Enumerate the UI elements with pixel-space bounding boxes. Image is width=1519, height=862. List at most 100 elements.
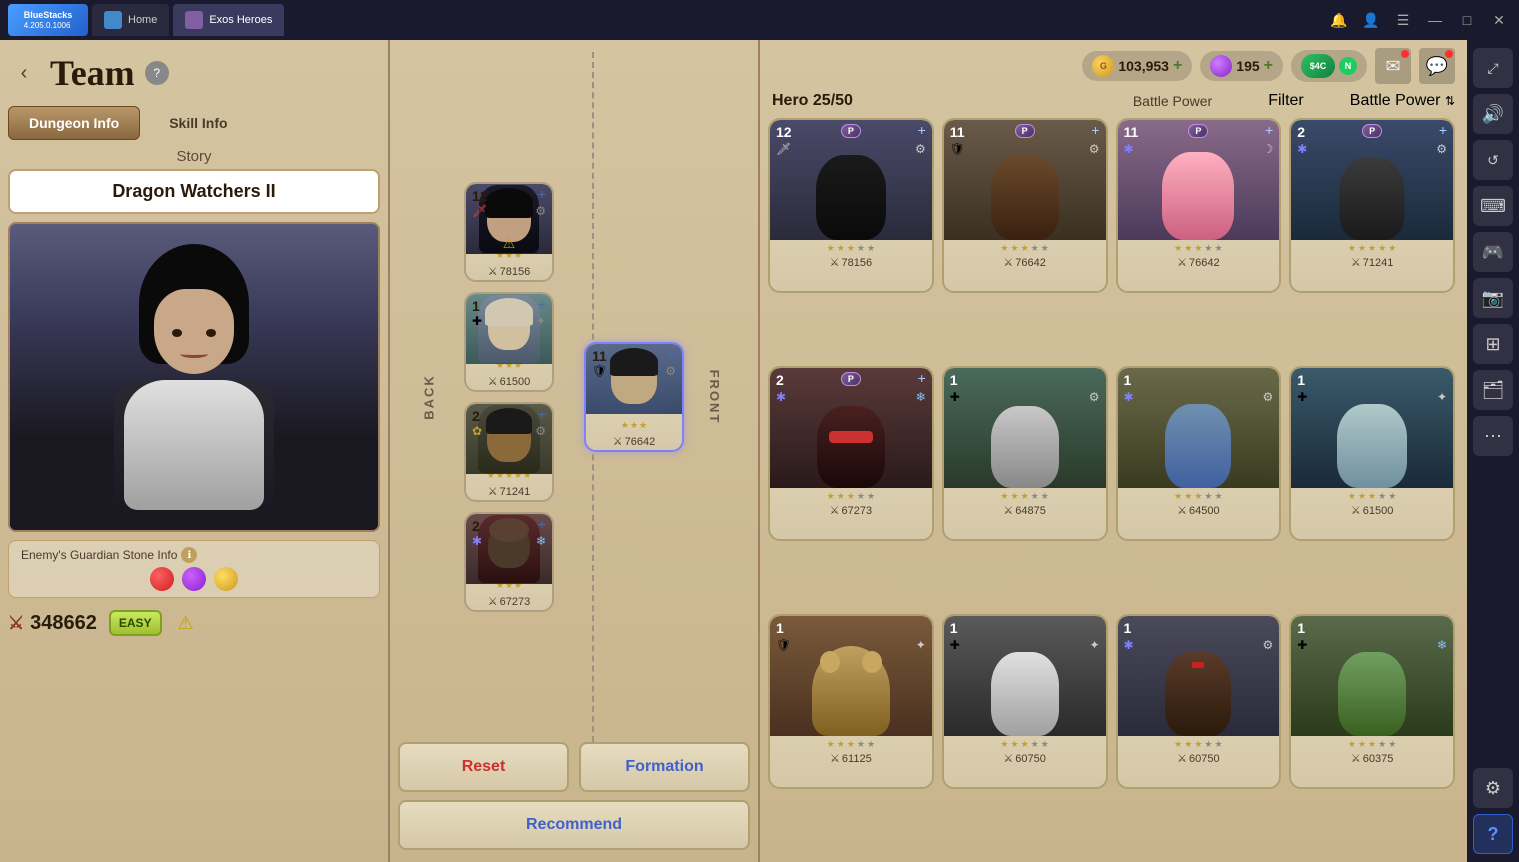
dungeon-info-tab[interactable]: Dungeon Info — [8, 106, 140, 140]
hero-card-4[interactable]: P 2 + ✱ ⚙ ★★★★★ ⚔71241 — [1289, 118, 1455, 293]
hero-card-3[interactable]: P 11 + ✱ ☽ ★★★★★ ⚔76642 — [1116, 118, 1282, 293]
middle-panel: BACK FRONT 12 + 🗡 ⚙ ⚠ — [390, 40, 760, 862]
slot-plus-4: + — [538, 516, 546, 532]
menu-icon[interactable]: ☰ — [1391, 8, 1415, 32]
hero-element-3: ✱ — [1124, 142, 1134, 156]
formation-slot-2[interactable]: 1 + ✚ ✦ ★★★ ⚔61500 — [464, 292, 554, 392]
formation-slot-4[interactable]: 2 + ✱ ❄ ★★★ ⚔67273 — [464, 512, 554, 612]
slot-stars-front: ★★★ — [621, 420, 647, 431]
rotate-icon[interactable]: ↺ — [1473, 140, 1513, 180]
gem-icon — [1210, 55, 1232, 77]
hero-power-6: ⚔64875 — [1003, 504, 1045, 517]
gamepad-icon[interactable]: 🎮 — [1473, 232, 1513, 272]
volume-icon[interactable]: 🔊 — [1473, 94, 1513, 134]
hero-plus-1: + — [918, 122, 926, 138]
hero-card-1[interactable]: P 12 + 🗡 ⚙ ★★★★★ ⚔78156 — [768, 118, 934, 293]
battle-power-col2-label: Battle Power ⇅ — [1350, 92, 1455, 110]
slot-power-2: ⚔61500 — [488, 373, 530, 390]
slot-plus-1: + — [538, 186, 546, 202]
slot-warning-1: ⚠ — [503, 235, 516, 252]
guardian-title: Enemy's Guardian Stone Info ℹ — [21, 547, 367, 563]
back-button[interactable]: ‹ — [8, 57, 40, 89]
battle-power-display: ⚔ 348662 — [8, 612, 97, 635]
stone-red — [150, 567, 174, 591]
hero-card-11[interactable]: 1 ✱ ⚙ ★★★★★ ⚔60750 — [1116, 614, 1282, 789]
chat-notification — [1445, 50, 1453, 58]
slot-level-4: 2 — [472, 518, 480, 534]
slot-plus-3: + — [538, 406, 546, 422]
hero-face-5 — [817, 406, 885, 488]
hero-level-7: 1 — [1124, 372, 1132, 388]
hero-gear-2: ⚙ — [1089, 142, 1100, 156]
hero-card-2[interactable]: P 11 + 🛡 ⚙ ★★★★★ ⚔76642 — [942, 118, 1108, 293]
hero-level-4: 2 — [1297, 124, 1305, 140]
hero-element-6: ✚ — [950, 390, 960, 404]
stone-purple — [182, 567, 206, 591]
grid-icon[interactable]: ⊞ — [1473, 324, 1513, 364]
gold-coin-icon: G — [1092, 55, 1114, 77]
tab-exos[interactable]: Exos Heroes — [173, 4, 284, 36]
hero-card-10[interactable]: 1 ✚ ✦ ★★★★★ ⚔60750 — [942, 614, 1108, 789]
close-btn[interactable]: ✕ — [1487, 8, 1511, 32]
bottom-stats: ⚔ 348662 EASY ⚠ — [8, 610, 380, 636]
guardian-stones — [21, 567, 367, 591]
hero-card-8[interactable]: 1 ✚ ✦ ★★★★★ ⚔61500 — [1289, 366, 1455, 541]
hero-card-12[interactable]: 1 ✚ ❄ ★★★★★ ⚔60375 — [1289, 614, 1455, 789]
skill-info-tab[interactable]: Skill Info — [148, 106, 248, 140]
user-icon[interactable]: 👤 — [1359, 8, 1383, 32]
gold-plus-btn[interactable]: + — [1173, 57, 1182, 75]
hero-gear-6: ⚙ — [1089, 390, 1100, 404]
sword-icon: ⚔ — [8, 613, 24, 634]
reset-button[interactable]: Reset — [398, 742, 569, 792]
hero-card-6[interactable]: 1 ✚ ⚙ ★★★★★ ⚔64875 — [942, 366, 1108, 541]
hero-level-5: 2 — [776, 372, 784, 388]
hero-card-7[interactable]: 1 ✱ ⚙ ★★★★★ ⚔64500 — [1116, 366, 1282, 541]
back-column: 12 + 🗡 ⚙ ⚠ ★★★ ⚔78156 — [464, 182, 554, 612]
formation-slot-front[interactable]: 11 + 🛡 ⚙ ★★★ ⚔76642 — [584, 342, 684, 452]
hero-gear-12: ❄ — [1437, 638, 1447, 652]
storage-icon[interactable]: 🗂 — [1473, 370, 1513, 410]
formation-button[interactable]: Formation — [579, 742, 750, 792]
help-icon[interactable]: ? — [1473, 814, 1513, 854]
gem-plus-btn[interactable]: + — [1264, 57, 1273, 75]
slot-element-3: ✿ — [472, 424, 482, 438]
hero-face-7 — [1165, 404, 1231, 488]
keyboard-icon[interactable]: ⌨ — [1473, 186, 1513, 226]
slot-power-3: ⚔71241 — [488, 483, 530, 500]
maximize-btn[interactable]: □ — [1455, 8, 1479, 32]
stone-gold — [214, 567, 238, 591]
hero-level-6: 1 — [950, 372, 958, 388]
more-icon[interactable]: ⋯ — [1473, 416, 1513, 456]
gem-amount: 195 — [1236, 58, 1259, 74]
expand-icon[interactable]: ⤢ — [1473, 48, 1513, 88]
hero-plus-4: + — [1439, 122, 1447, 138]
hero-gear-4: ⚙ — [1436, 142, 1447, 156]
settings-icon[interactable]: ⚙ — [1473, 768, 1513, 808]
n-badge: N — [1339, 57, 1357, 75]
hero-card-9[interactable]: 1 🛡 ✦ ★★★★★ ⚔61125 — [768, 614, 934, 789]
hero-card-5[interactable]: P 2 + ✱ ❄ ★★★★★ ⚔67273 — [768, 366, 934, 541]
bell-icon[interactable]: 🔔 — [1327, 8, 1351, 32]
story-label: Story — [8, 148, 380, 165]
mail-button[interactable]: ✉ — [1375, 48, 1411, 84]
camera-icon[interactable]: 📷 — [1473, 278, 1513, 318]
mail-notification — [1401, 50, 1409, 58]
special-icon: $4C — [1301, 54, 1335, 78]
bluestacks-logo: BlueStacks4.205.0.1006 — [8, 4, 88, 36]
chat-button[interactable]: 💬 — [1419, 48, 1455, 84]
minimize-btn[interactable]: — — [1423, 8, 1447, 32]
right-sidebar: ⤢ 🔊 ↺ ⌨ 🎮 📷 ⊞ 🗂 ⋯ ⚙ ? — [1467, 40, 1519, 862]
window-controls: 🔔 👤 ☰ — □ ✕ — [1327, 8, 1511, 32]
tab-home[interactable]: Home — [92, 4, 169, 36]
hero-stars-3: ★★★★★ — [1174, 243, 1222, 254]
hero-portrait-3: P 11 + ✱ ☽ — [1118, 120, 1280, 240]
front-label: FRONT — [707, 370, 722, 425]
formation-slot-1[interactable]: 12 + 🗡 ⚙ ⚠ ★★★ ⚔78156 — [464, 182, 554, 282]
help-button[interactable]: ? — [145, 61, 169, 85]
formation-slot-3[interactable]: 2 + ✿ ⚙ ★★★★★ ⚔71241 — [464, 402, 554, 502]
hero-power-4: ⚔71241 — [1351, 256, 1393, 269]
slot-element-front: 🛡 — [592, 364, 607, 378]
recommend-button[interactable]: Recommend — [398, 800, 750, 850]
hero-element-4: ✱ — [1297, 142, 1307, 156]
hero-stars-5: ★★★★★ — [827, 491, 875, 502]
